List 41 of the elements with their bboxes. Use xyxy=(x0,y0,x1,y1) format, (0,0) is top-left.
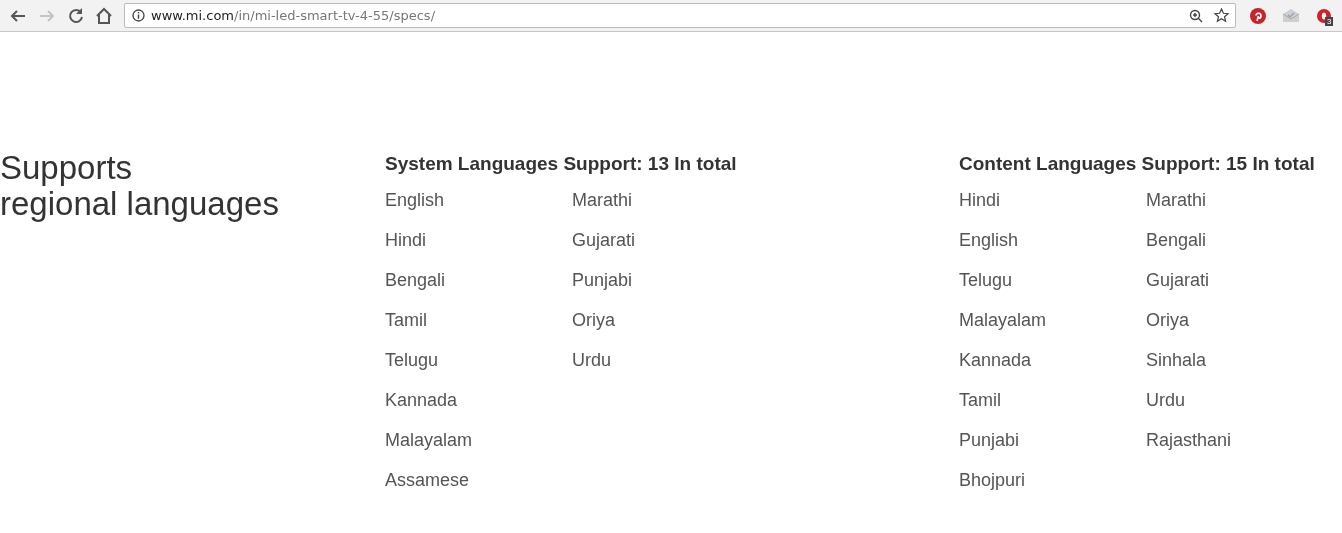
zoom-icon[interactable] xyxy=(1189,8,1203,23)
section-heading: Supports xyxy=(0,150,134,186)
language-item: Kannada xyxy=(959,349,1033,372)
language-item: Gujarati xyxy=(1146,269,1211,292)
reload-icon[interactable] xyxy=(67,7,84,24)
url-text: www.mi.com/in/mi-led-smart-tv-4-55/specs/ xyxy=(151,8,436,23)
pin-icon[interactable] xyxy=(1250,7,1266,24)
language-item: Sinhala xyxy=(1146,349,1208,372)
language-item: Bengali xyxy=(385,269,447,292)
language-item: Tamil xyxy=(959,389,1002,412)
language-item: Rajasthani xyxy=(1146,429,1233,452)
home-icon[interactable] xyxy=(95,6,113,25)
group-title: System Languages Support: 13 In total xyxy=(385,152,738,176)
address-bar[interactable]: www.mi.com/in/mi-led-smart-tv-4-55/specs/ xyxy=(124,3,1236,28)
language-item: Kannada xyxy=(385,389,459,412)
language-item: Hindi xyxy=(385,229,428,252)
group-title: Content Languages Support: 15 In total xyxy=(959,152,1316,176)
language-item: Marathi xyxy=(1146,189,1208,212)
star-icon[interactable] xyxy=(1214,8,1229,23)
language-item: English xyxy=(959,229,1020,252)
language-item: Bengali xyxy=(1146,229,1208,252)
language-item: Bhojpuri xyxy=(959,469,1027,492)
count-badge: 3 xyxy=(1325,16,1334,26)
language-item: Telugu xyxy=(385,349,440,372)
language-item: Gujarati xyxy=(572,229,637,252)
language-item: English xyxy=(385,189,446,212)
language-item: Urdu xyxy=(572,349,612,372)
language-item: Marathi xyxy=(572,189,634,212)
language-item: Malayalam xyxy=(959,309,1048,332)
language-item: Urdu xyxy=(1146,389,1186,412)
language-item: Hindi xyxy=(959,189,1002,212)
language-item: Oriya xyxy=(1146,309,1190,332)
language-item: Punjabi xyxy=(572,269,634,292)
language-item: Tamil xyxy=(385,309,428,332)
language-item: Telugu xyxy=(959,269,1014,292)
language-item: Oriya xyxy=(572,309,616,332)
language-item: Punjabi xyxy=(959,429,1021,452)
section-heading: regional languages xyxy=(0,186,280,222)
language-item: Malayalam xyxy=(385,429,474,452)
language-item: Assamese xyxy=(385,469,471,492)
info-icon[interactable] xyxy=(132,9,145,22)
